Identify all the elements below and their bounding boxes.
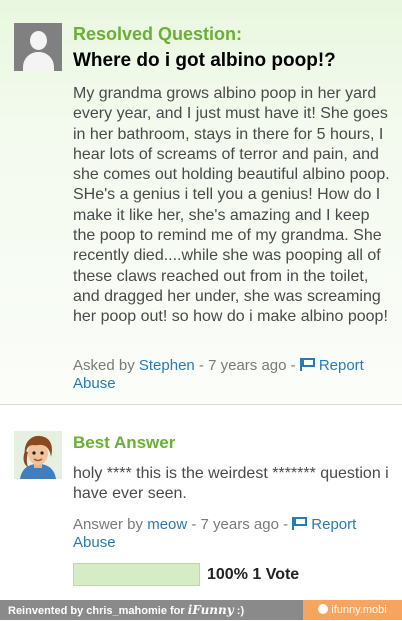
question-body: My grandma grows albino poop in her yard… bbox=[73, 85, 390, 326]
reinvented-text: Reinvented by chris_mahomie for bbox=[8, 605, 188, 617]
section-divider bbox=[0, 404, 402, 405]
answer-meta: Answer by meow - 7 years ago - Report Ab… bbox=[73, 516, 393, 552]
question-time: - 7 years ago - bbox=[194, 357, 300, 374]
avatar-body-shape bbox=[23, 52, 54, 71]
watermark-footer: Reinvented by chris_mahomie for iFunny :… bbox=[0, 600, 402, 620]
vote-bar bbox=[73, 563, 200, 586]
asked-by-prefix: Asked by bbox=[73, 357, 139, 374]
ifunny-site-badge[interactable]: ifunny.mobi bbox=[303, 600, 402, 620]
answer-by-prefix: Answer by bbox=[73, 516, 148, 533]
answer-time: - 7 years ago - bbox=[187, 516, 293, 533]
question-title: Where do i got albino poop!? bbox=[73, 50, 336, 71]
question-status-heading: Resolved Question: bbox=[73, 24, 243, 44]
best-answer-heading: Best Answer bbox=[73, 433, 176, 452]
asker-name-link[interactable]: Stephen bbox=[139, 357, 195, 374]
vote-count: 100% 1 Vote bbox=[207, 566, 300, 583]
answerer-avatar[interactable] bbox=[14, 431, 62, 479]
flag-icon bbox=[299, 358, 315, 371]
ifunny-brand: iFunny bbox=[187, 603, 234, 617]
site-label: ifunny.mobi bbox=[331, 604, 387, 616]
smile-icon bbox=[318, 604, 329, 614]
smiley-text: :) bbox=[233, 605, 245, 617]
flag-icon bbox=[292, 517, 308, 530]
question-panel: Resolved Question: Where do i got albino… bbox=[0, 0, 402, 404]
avatar-head-shape bbox=[30, 31, 47, 50]
answerer-name-link[interactable]: meow bbox=[147, 516, 187, 533]
cartoon-avatar-icon bbox=[14, 431, 62, 479]
reinvented-credit: Reinvented by chris_mahomie for iFunny :… bbox=[0, 600, 303, 620]
asker-avatar[interactable] bbox=[14, 23, 62, 71]
question-meta: Asked by Stephen - 7 years ago - Report … bbox=[73, 357, 393, 393]
answer-body: holy **** this is the weirdest ******* q… bbox=[73, 465, 389, 503]
